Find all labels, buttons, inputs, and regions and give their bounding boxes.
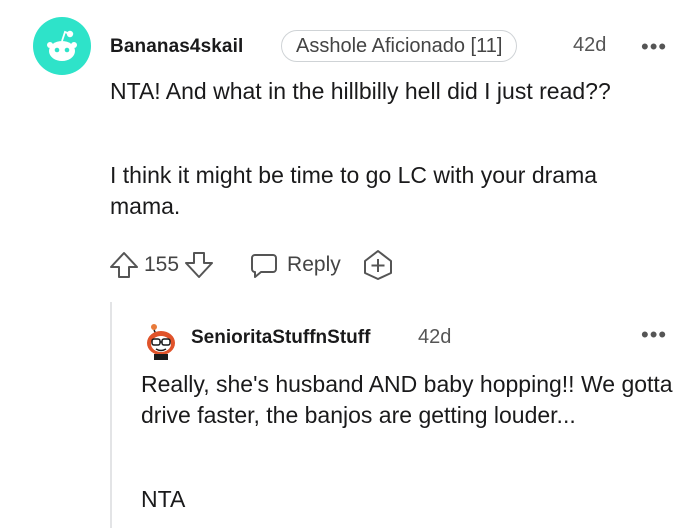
award-plus-icon[interactable] bbox=[361, 248, 395, 282]
reply-username[interactable]: SenioritaStuffnStuff bbox=[191, 327, 370, 349]
reply-button[interactable]: Reply bbox=[249, 250, 341, 280]
comment-paragraph: I think it might be time to go LC with y… bbox=[110, 162, 598, 219]
thread-line[interactable] bbox=[110, 302, 112, 528]
comment-paragraph: NTA! And what in the hillbilly hell did … bbox=[110, 78, 611, 104]
reply-paragraph: NTA bbox=[141, 486, 186, 512]
reply-paragraph: Really, she's husband AND baby hopping!!… bbox=[141, 371, 673, 428]
vote-score: 155 bbox=[144, 253, 180, 276]
user-flair-badge: Asshole Aficionado [11] bbox=[281, 30, 518, 62]
more-options-button[interactable]: ••• bbox=[641, 34, 667, 60]
upvote-arrow-icon[interactable] bbox=[108, 249, 140, 281]
snoo-custom-avatar-icon bbox=[147, 324, 175, 360]
speech-bubble-icon bbox=[251, 254, 278, 278]
comment-timestamp[interactable]: 42d bbox=[573, 34, 606, 57]
reply-timestamp[interactable]: 42d bbox=[418, 326, 451, 349]
snoo-avatar-icon bbox=[47, 30, 77, 61]
reply-more-options-button[interactable]: ••• bbox=[641, 322, 667, 348]
reply-user-avatar[interactable] bbox=[141, 320, 181, 360]
user-avatar[interactable] bbox=[33, 17, 91, 75]
reply-label: Reply bbox=[287, 253, 341, 276]
comment-action-bar: 155 Reply bbox=[108, 248, 395, 282]
downvote-arrow-icon[interactable] bbox=[183, 249, 215, 281]
comment-username[interactable]: Bananas4skail bbox=[110, 36, 243, 58]
